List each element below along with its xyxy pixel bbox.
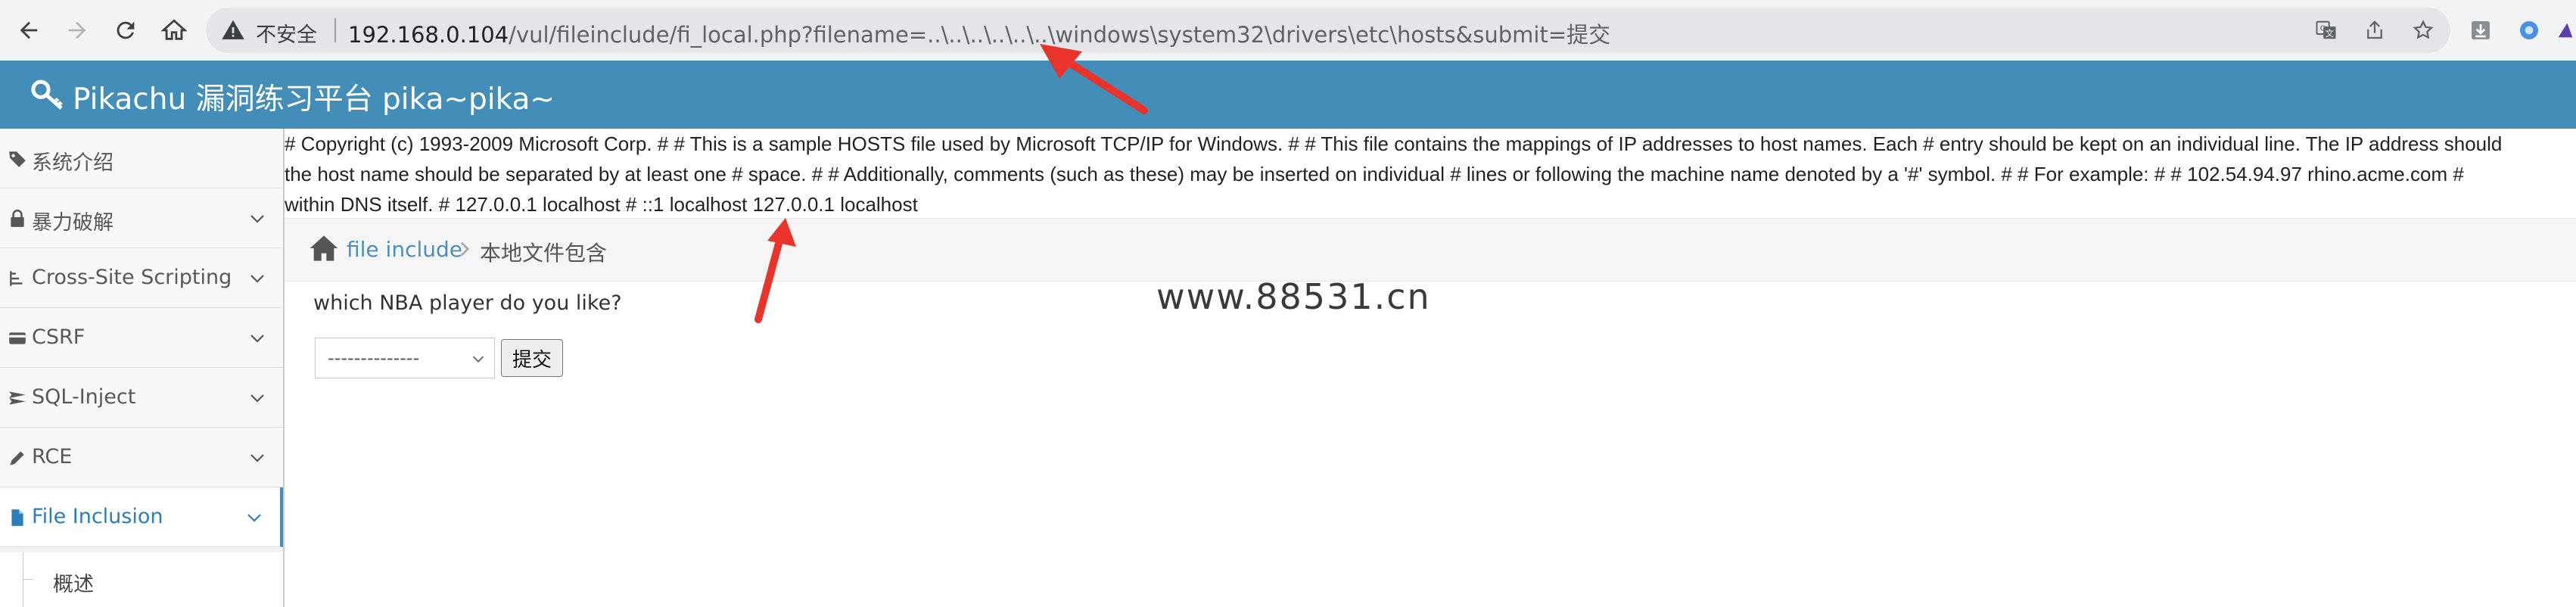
app-header: Pikachu 漏洞练习平台 pika~pika~ — [0, 61, 2576, 129]
sidebar-subitem-overview[interactable]: 概述 — [0, 553, 283, 607]
url-path: /vul/fileinclude/fi_local.php?filename=.… — [509, 22, 1611, 48]
app-title[interactable]: Pikachu 漏洞练习平台 pika~pika~ — [73, 76, 555, 118]
sidebar-item-file-inclusion[interactable]: File Inclusion — [0, 487, 283, 547]
file-output-line: the host name should be separated by at … — [285, 163, 2464, 185]
chevron-down-icon — [247, 514, 261, 522]
download-icon[interactable] — [2464, 14, 2497, 47]
file-output-line: # Copyright (c) 1993-2009 Microsoft Corp… — [285, 132, 2503, 155]
sidebar-item-label: Cross-Site Scripting — [32, 266, 232, 289]
sidebar-item-label: CSRF — [32, 325, 86, 349]
security-label[interactable]: 不安全 — [256, 18, 317, 48]
watermark: www.88531.cn — [1156, 276, 1431, 317]
chevron-down-icon — [250, 335, 264, 343]
bookmark-star-icon[interactable] — [2408, 15, 2438, 45]
home-icon — [310, 235, 338, 261]
pencil-icon — [10, 451, 24, 465]
svg-text:G: G — [2320, 25, 2326, 33]
submit-button[interactable]: 提交 — [501, 339, 563, 377]
reload-icon[interactable] — [109, 14, 142, 47]
sidebar-item-label: SQL-Inject — [32, 385, 136, 409]
sidebar-item-label: 暴力破解 — [32, 211, 114, 235]
sidebar-item-intro[interactable]: 系统介绍 — [0, 129, 283, 188]
chevron-down-icon — [250, 454, 264, 462]
sidebar-item-csrf[interactable]: CSRF — [0, 308, 283, 368]
sidebar-item-rce[interactable]: RCE — [0, 428, 283, 487]
chevron-down-icon — [250, 275, 264, 283]
chevron-down-icon — [472, 356, 484, 363]
sidebar-item-brute-force[interactable]: 暴力破解 — [0, 188, 283, 248]
included-file-output: # Copyright (c) 1993-2009 Microsoft Corp… — [285, 129, 2576, 219]
share-icon[interactable] — [2360, 15, 2390, 45]
svg-text:文: 文 — [2326, 28, 2334, 39]
question-label: which NBA player do you like? — [313, 291, 622, 315]
tag-icon — [9, 151, 26, 167]
forward-icon[interactable] — [61, 14, 94, 47]
chevron-right-icon — [460, 241, 470, 257]
credit-card-icon — [9, 332, 26, 344]
home-icon[interactable] — [157, 14, 191, 47]
chevron-down-icon — [250, 394, 264, 403]
sidebar-subitem-label: 概述 — [53, 573, 94, 596]
profile-icon[interactable] — [2555, 14, 2576, 47]
address-bar[interactable]: 不安全 192.168.0.104/vul/fileinclude/fi_loc… — [206, 8, 2450, 53]
warning-icon[interactable] — [221, 18, 245, 42]
url-host: 192.168.0.104 — [348, 22, 509, 48]
sidebar-item-xss[interactable]: Cross-Site Scripting — [0, 248, 283, 308]
sidebar-item-sql-inject[interactable]: SQL-Inject — [0, 368, 283, 428]
select-value: -------------- — [328, 347, 420, 369]
file-output-line: within DNS itself. # 127.0.0.1 localhost… — [285, 193, 918, 216]
back-icon[interactable] — [12, 14, 45, 47]
breadcrumb-link[interactable]: file include — [347, 237, 462, 262]
tree-tick — [23, 579, 33, 580]
url-text[interactable]: 192.168.0.104/vul/fileinclude/fi_local.p… — [348, 17, 1610, 49]
key-icon — [31, 79, 63, 110]
omnibox-divider — [334, 18, 336, 42]
chevron-down-icon — [250, 215, 264, 223]
sidebar-item-label: RCE — [32, 445, 73, 468]
plane-icon — [9, 391, 26, 405]
lock-icon — [11, 209, 24, 227]
breadcrumb-current: 本地文件包含 — [480, 241, 608, 266]
file-icon — [11, 509, 23, 526]
player-select[interactable]: -------------- — [315, 338, 495, 378]
sidebar-item-label: File Inclusion — [32, 505, 163, 528]
browser-toolbar: 不安全 192.168.0.104/vul/fileinclude/fi_loc… — [0, 0, 2576, 61]
extension-icon[interactable] — [2512, 14, 2546, 47]
sidebar-item-label: 系统介绍 — [32, 151, 114, 175]
list-icon — [10, 271, 23, 286]
translate-icon[interactable]: 文G — [2311, 15, 2341, 45]
sidebar: 系统介绍 暴力破解 Cross-Site Scripting CSRF SQL-… — [0, 129, 285, 607]
breadcrumb: file include 本地文件包含 — [285, 218, 2576, 282]
